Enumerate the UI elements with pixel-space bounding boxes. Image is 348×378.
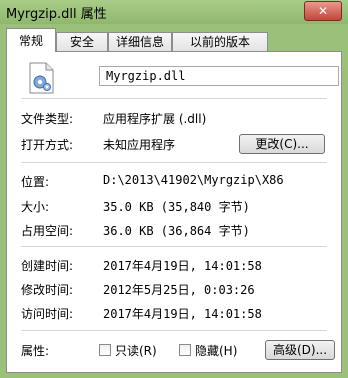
hidden-checkbox[interactable] bbox=[179, 344, 191, 356]
divider bbox=[21, 162, 327, 163]
filename-field[interactable]: Myrgzip.dll bbox=[99, 66, 339, 86]
open-with-value: 未知应用程序 bbox=[103, 138, 176, 152]
created-label: 创建时间: bbox=[21, 259, 74, 273]
close-button[interactable]: ✕ bbox=[304, 1, 342, 21]
readonly-checkbox[interactable] bbox=[99, 344, 111, 356]
accessed-value: 2017年4月19日, 14:01:58 bbox=[103, 307, 262, 321]
hidden-label[interactable]: 隐藏(H) bbox=[195, 342, 237, 359]
divider bbox=[21, 246, 327, 247]
attributes-label: 属性: bbox=[21, 344, 50, 358]
file-type-label: 文件类型: bbox=[21, 112, 74, 126]
location-value: D:\2013\41902\Myrgzip\X86 bbox=[103, 173, 284, 187]
divider bbox=[21, 98, 327, 99]
general-panel: Myrgzip.dll 文件类型: 应用程序扩展 (.dll) 打开方式: 未知… bbox=[6, 51, 342, 373]
tab-strip: 常规 安全 详细信息 以前的版本 bbox=[6, 28, 342, 52]
title-bar: Myrgzip.dll 属性 ✕ bbox=[0, 0, 348, 24]
dll-file-gear-icon bbox=[29, 62, 54, 94]
tab-details[interactable]: 详细信息 bbox=[108, 32, 172, 51]
size-label: 大小: bbox=[21, 200, 50, 214]
tab-general[interactable]: 常规 bbox=[6, 28, 56, 52]
disk-size-value: 36.0 KB (36,864 字节) bbox=[103, 224, 250, 238]
window-title: Myrgzip.dll 属性 bbox=[6, 7, 107, 22]
modified-label: 修改时间: bbox=[21, 283, 74, 297]
disk-size-label: 占用空间: bbox=[21, 224, 74, 238]
modified-value: 2012年5月25日, 0:03:26 bbox=[103, 283, 255, 297]
open-with-label: 打开方式: bbox=[21, 138, 74, 152]
created-value: 2017年4月19日, 14:01:58 bbox=[103, 259, 262, 273]
divider bbox=[21, 330, 327, 331]
tab-security[interactable]: 安全 bbox=[56, 32, 108, 51]
file-type-value: 应用程序扩展 (.dll) bbox=[103, 112, 207, 126]
tab-previous-versions[interactable]: 以前的版本 bbox=[172, 32, 268, 51]
readonly-label[interactable]: 只读(R) bbox=[115, 342, 157, 359]
location-label: 位置: bbox=[21, 175, 50, 189]
accessed-label: 访问时间: bbox=[21, 307, 74, 321]
size-value: 35.0 KB (35,840 字节) bbox=[103, 200, 250, 214]
change-button[interactable]: 更改(C)... bbox=[239, 134, 325, 154]
advanced-button[interactable]: 高级(D)... bbox=[265, 340, 335, 360]
